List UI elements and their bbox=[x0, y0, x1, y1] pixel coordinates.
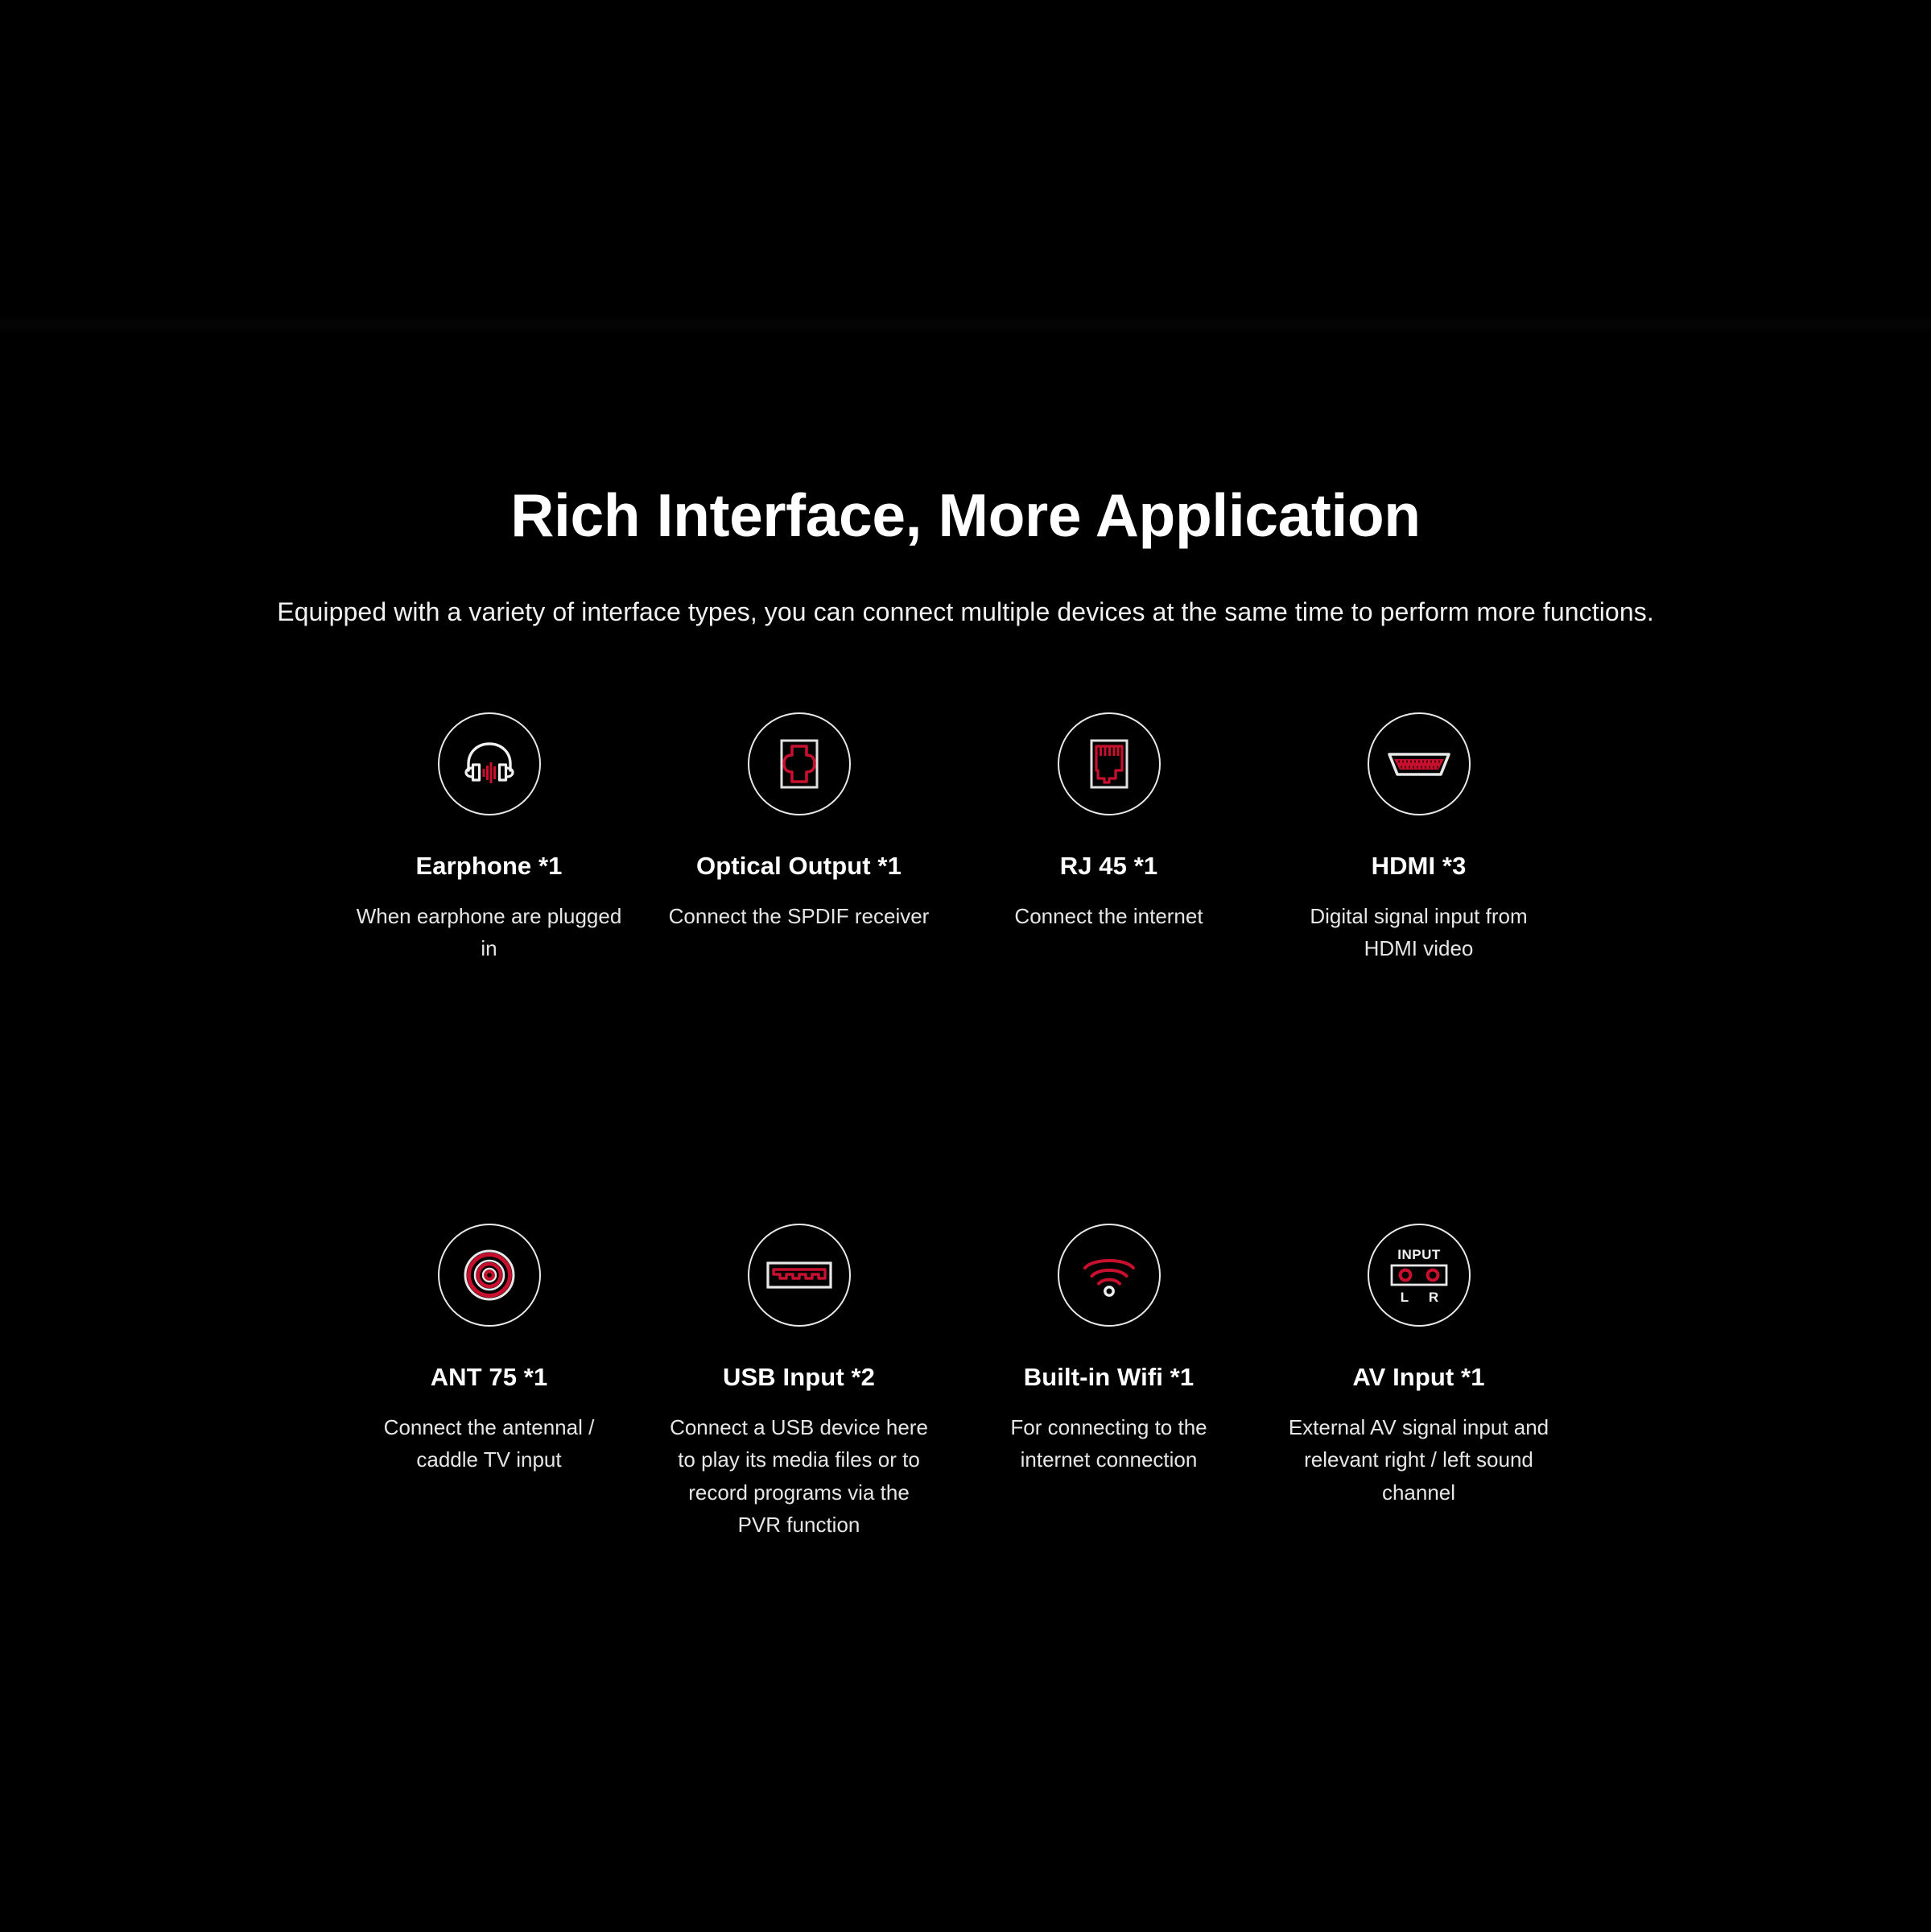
page-title: Rich Interface, More Application bbox=[510, 481, 1421, 549]
background-seam bbox=[0, 316, 1931, 333]
interface-feature-section: Rich Interface, More Application Equippe… bbox=[0, 0, 1931, 1932]
optical-toslink-port-icon bbox=[774, 737, 824, 791]
feature-item-rj45[interactable]: RJ 45 *1 Connect the internet bbox=[954, 712, 1264, 932]
svg-text:R: R bbox=[1428, 1290, 1438, 1305]
feature-title: USB Input *2 bbox=[723, 1363, 875, 1392]
feature-title: Earphone *1 bbox=[415, 852, 563, 880]
feature-description: Connect the internet bbox=[1014, 903, 1203, 928]
feature-title: RJ 45 *1 bbox=[1059, 852, 1158, 880]
usb-port-icon bbox=[765, 1258, 834, 1292]
headphone-icon bbox=[460, 738, 519, 790]
feature-item-optical-output[interactable]: Optical Output *1 Connect the SPDIF rece… bbox=[644, 712, 954, 932]
av-input-rca-icon: INPUT L R bbox=[1385, 1243, 1453, 1307]
wifi-icon bbox=[1079, 1252, 1139, 1298]
svg-text:L: L bbox=[1400, 1290, 1408, 1305]
feature-row: ANT 75 *1 Connect the antennal / caddle … bbox=[334, 1224, 1598, 1541]
icon-circle bbox=[1367, 712, 1471, 815]
feature-title: ANT 75 *1 bbox=[430, 1363, 548, 1392]
icon-circle: INPUT L R bbox=[1367, 1224, 1471, 1327]
rj45-ethernet-port-icon bbox=[1084, 737, 1134, 791]
feature-description: Connect the antennal / caddle TV input bbox=[383, 1415, 595, 1472]
hdmi-port-icon bbox=[1386, 748, 1452, 780]
feature-title: Optical Output *1 bbox=[696, 852, 902, 880]
feature-row: Earphone *1 When earphone are plugged in… bbox=[334, 712, 1598, 964]
icon-circle bbox=[747, 712, 851, 815]
feature-title: Built-in Wifi *1 bbox=[1023, 1363, 1194, 1392]
feature-description: Connect a USB device here to play its me… bbox=[670, 1415, 928, 1537]
icon-circle bbox=[437, 712, 541, 815]
icon-circle bbox=[1057, 712, 1161, 815]
feature-item-ant75[interactable]: ANT 75 *1 Connect the antennal / caddle … bbox=[334, 1224, 644, 1476]
feature-description: Digital signal input from HDMI video bbox=[1310, 903, 1528, 961]
feature-item-hdmi[interactable]: HDMI *3 Digital signal input from HDMI v… bbox=[1264, 712, 1574, 964]
coaxial-antenna-port-icon bbox=[460, 1245, 519, 1305]
feature-item-av-input[interactable]: INPUT L R AV Input *1 External AV signal… bbox=[1264, 1224, 1574, 1509]
feature-title: AV Input *1 bbox=[1352, 1363, 1485, 1392]
page-subtitle: Equipped with a variety of interface typ… bbox=[277, 597, 1654, 626]
section-header: Rich Interface, More Application Equippe… bbox=[0, 481, 1931, 630]
icon-circle bbox=[1057, 1224, 1161, 1327]
feature-description: When earphone are plugged in bbox=[356, 903, 622, 961]
icon-circle bbox=[747, 1224, 851, 1327]
svg-text:INPUT: INPUT bbox=[1397, 1247, 1441, 1262]
feature-description: External AV signal input and relevant ri… bbox=[1288, 1415, 1549, 1505]
icon-circle bbox=[437, 1224, 541, 1327]
feature-description: Connect the SPDIF receiver bbox=[668, 903, 930, 928]
feature-item-earphone[interactable]: Earphone *1 When earphone are plugged in bbox=[334, 712, 644, 964]
feature-item-builtin-wifi[interactable]: Built-in Wifi *1 For connecting to the i… bbox=[954, 1224, 1264, 1476]
feature-item-usb-input[interactable]: USB Input *2 Connect a USB device here t… bbox=[644, 1224, 954, 1541]
feature-title: HDMI *3 bbox=[1371, 852, 1467, 880]
feature-description: For connecting to the internet connectio… bbox=[1010, 1415, 1207, 1472]
feature-grid: Earphone *1 When earphone are plugged in… bbox=[334, 712, 1598, 1541]
